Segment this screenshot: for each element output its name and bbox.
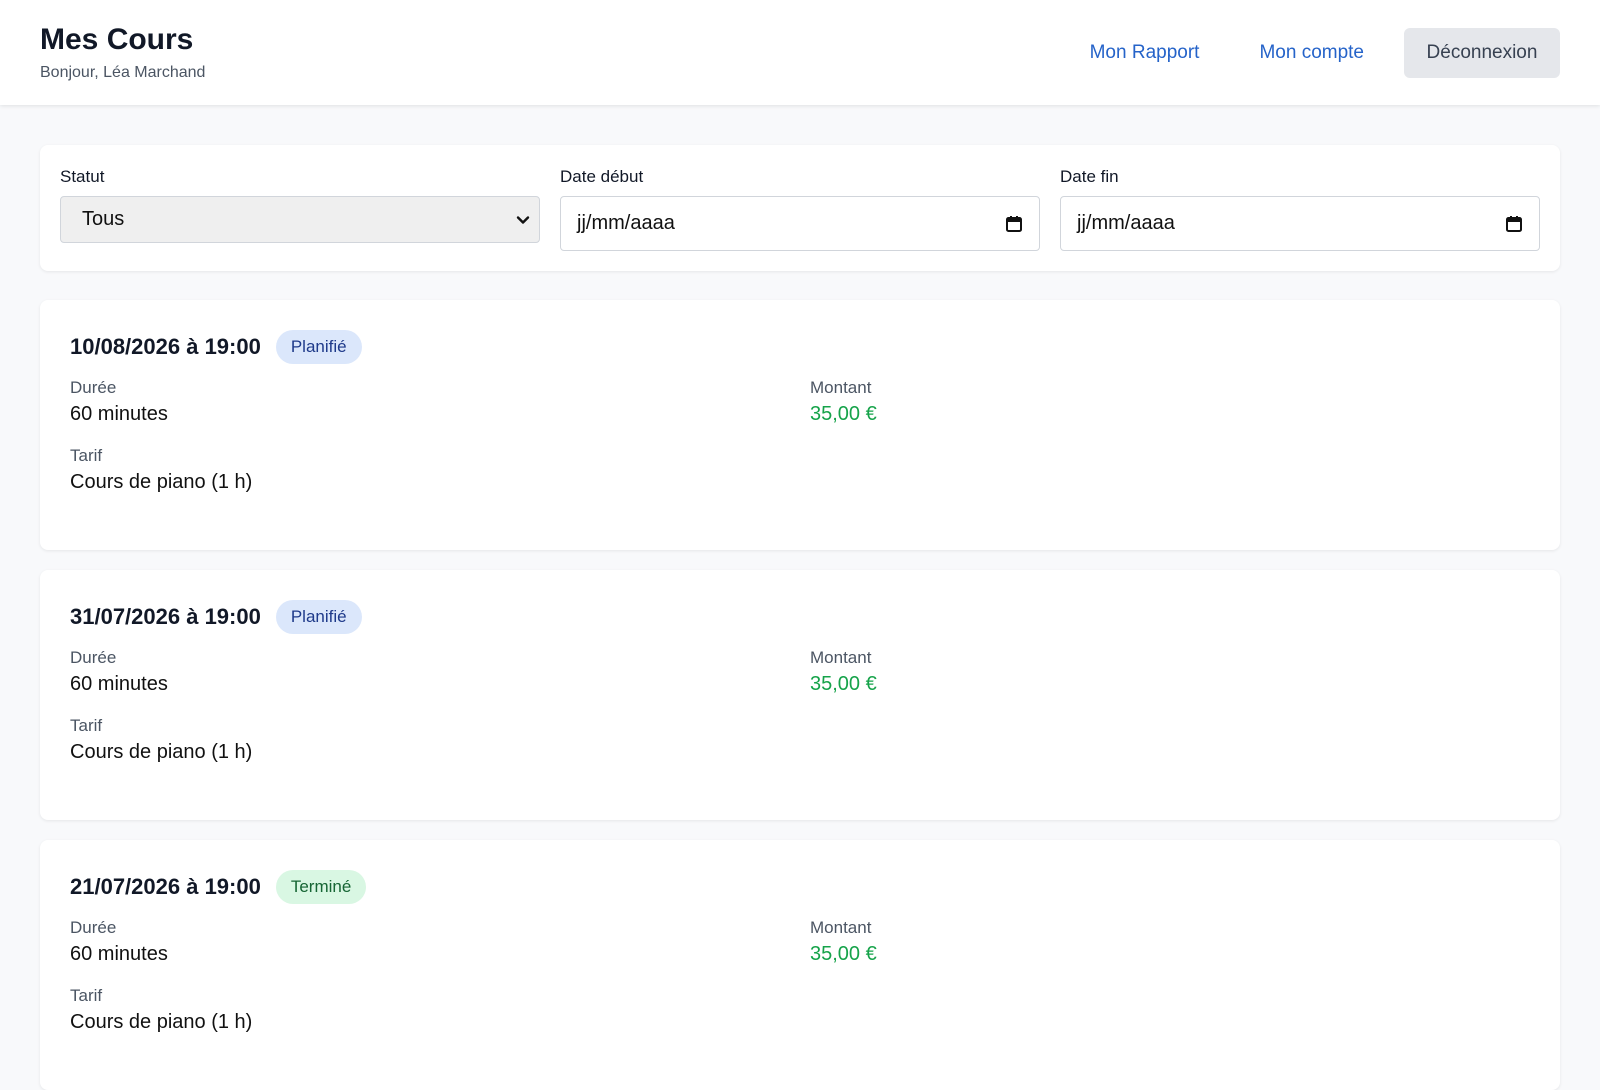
- rate-field: Tarif Cours de piano (1 h): [70, 986, 810, 1034]
- start-date-input[interactable]: jj/mm/aaaa: [560, 196, 1040, 251]
- app-header: Mes Cours Bonjour, Léa Marchand Mon Rapp…: [0, 0, 1600, 105]
- status-badge: Planifié: [275, 600, 362, 634]
- rate-field: Tarif Cours de piano (1 h): [70, 716, 810, 764]
- filters-panel: Statut Tous Date début jj/mm/aaaa Date f…: [40, 145, 1560, 271]
- calendar-icon[interactable]: [1505, 215, 1523, 233]
- status-badge: Planifié: [275, 330, 362, 364]
- end-date-label: Date fin: [1060, 167, 1119, 186]
- page-title: Mes Cours: [40, 23, 194, 56]
- lesson-details: Durée 60 minutes Tarif Cours de piano (1…: [70, 918, 1530, 1054]
- lesson-card: 21/07/2026 à 19:00 Terminé Durée 60 minu…: [40, 840, 1560, 1090]
- end-date-placeholder: jj/mm/aaaa: [1077, 212, 1175, 234]
- chevron-down-icon: [516, 215, 530, 224]
- status-filter: Statut Tous: [60, 167, 540, 249]
- lesson-datetime: 31/07/2026 à 19:00: [70, 604, 261, 629]
- amount-label: Montant: [810, 378, 872, 397]
- end-date-filter: Date fin jj/mm/aaaa: [1060, 167, 1540, 251]
- duration-field: Durée 60 minutes: [70, 378, 810, 426]
- status-select[interactable]: Tous: [60, 196, 540, 243]
- lesson-card: 31/07/2026 à 19:00 Planifié Durée 60 min…: [40, 570, 1560, 820]
- lesson-header: 21/07/2026 à 19:00 Terminé: [70, 870, 1530, 904]
- duration-label: Durée: [70, 378, 117, 397]
- lesson-details-left: Durée 60 minutes Tarif Cours de piano (1…: [70, 918, 810, 1054]
- amount-label: Montant: [810, 648, 872, 667]
- calendar-icon[interactable]: [1005, 215, 1023, 233]
- rate-value: Cours de piano (1 h): [70, 1011, 253, 1033]
- duration-value: 60 minutes: [70, 673, 168, 695]
- duration-value: 60 minutes: [70, 943, 168, 965]
- rate-label: Tarif: [70, 986, 103, 1005]
- brand: Mes Cours Bonjour, Léa Marchand: [40, 23, 205, 82]
- lesson-details-left: Durée 60 minutes Tarif Cours de piano (1…: [70, 378, 810, 514]
- lesson-card: 10/08/2026 à 19:00 Planifié Durée 60 min…: [40, 300, 1560, 550]
- amount-field: Montant 35,00 €: [810, 378, 877, 426]
- lesson-details-right: Montant 35,00 €: [810, 918, 877, 1054]
- duration-value: 60 minutes: [70, 403, 168, 425]
- lesson-details-right: Montant 35,00 €: [810, 648, 877, 784]
- amount-label: Montant: [810, 918, 872, 937]
- rate-label: Tarif: [70, 716, 103, 735]
- lesson-details: Durée 60 minutes Tarif Cours de piano (1…: [70, 648, 1530, 784]
- status-filter-label: Statut: [60, 167, 105, 186]
- rate-value: Cours de piano (1 h): [70, 741, 253, 763]
- start-date-label: Date début: [560, 167, 644, 186]
- nav-link-report[interactable]: Mon Rapport: [1090, 42, 1200, 64]
- top-nav: Mon Rapport Mon compte Déconnexion: [1090, 27, 1560, 78]
- end-date-input[interactable]: jj/mm/aaaa: [1060, 196, 1540, 251]
- status-badge: Terminé: [275, 870, 367, 904]
- lesson-datetime: 21/07/2026 à 19:00: [70, 874, 261, 899]
- lesson-header: 10/08/2026 à 19:00 Planifié: [70, 330, 1530, 364]
- logout-button[interactable]: Déconnexion: [1404, 27, 1560, 78]
- rate-label: Tarif: [70, 446, 103, 465]
- amount-value: 35,00 €: [810, 943, 877, 965]
- duration-field: Durée 60 minutes: [70, 648, 810, 696]
- amount-value: 35,00 €: [810, 673, 877, 695]
- duration-label: Durée: [70, 918, 117, 937]
- status-select-value: Tous: [82, 208, 125, 230]
- rate-value: Cours de piano (1 h): [70, 471, 253, 493]
- lesson-details-left: Durée 60 minutes Tarif Cours de piano (1…: [70, 648, 810, 784]
- lesson-details-right: Montant 35,00 €: [810, 378, 877, 514]
- start-date-filter: Date début jj/mm/aaaa: [560, 167, 1040, 251]
- nav-link-account[interactable]: Mon compte: [1259, 42, 1364, 64]
- duration-label: Durée: [70, 648, 117, 667]
- lesson-datetime: 10/08/2026 à 19:00: [70, 334, 261, 359]
- rate-field: Tarif Cours de piano (1 h): [70, 446, 810, 494]
- amount-field: Montant 35,00 €: [810, 648, 877, 696]
- amount-value: 35,00 €: [810, 403, 877, 425]
- duration-field: Durée 60 minutes: [70, 918, 810, 966]
- lesson-header: 31/07/2026 à 19:00 Planifié: [70, 600, 1530, 634]
- start-date-placeholder: jj/mm/aaaa: [577, 212, 675, 234]
- lesson-details: Durée 60 minutes Tarif Cours de piano (1…: [70, 378, 1530, 514]
- amount-field: Montant 35,00 €: [810, 918, 877, 966]
- user-greeting: Bonjour, Léa Marchand: [40, 64, 206, 81]
